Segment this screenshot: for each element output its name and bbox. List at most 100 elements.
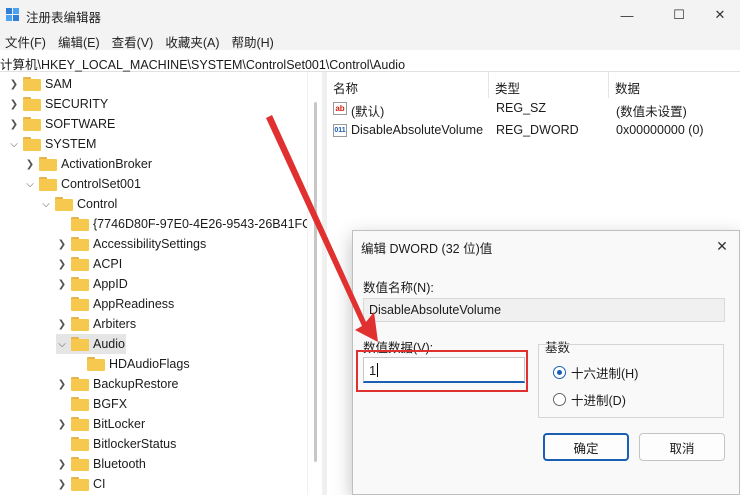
tree-node-label: AppID [93, 277, 128, 291]
tree-node-guid[interactable]: {7746D80F-97E0-4E26-9543-26B41FC [56, 214, 307, 234]
window-title: 注册表编辑器 [26, 11, 102, 25]
chevron-right-icon[interactable]: ❯ [56, 454, 68, 474]
list-row-disableabsolutevolume[interactable]: 011 DisableAbsoluteVolume REG_DWORD 0x00… [327, 120, 740, 142]
tree-node-appid[interactable]: ❯ AppID [56, 274, 128, 294]
value-name-label: 数值名称(N): [363, 281, 434, 295]
tree-node-label: SOFTWARE [45, 117, 116, 131]
tree-node-label: CI [93, 477, 106, 491]
column-header-type[interactable]: 类型 [489, 72, 609, 98]
tree-node-hdaudioflags[interactable]: HDAudioFlags [72, 354, 190, 374]
ok-button[interactable]: 确定 [543, 433, 629, 461]
tree-node-label: Bluetooth [93, 457, 146, 471]
tree-node-label: ControlSet001 [61, 177, 141, 191]
chevron-down-icon[interactable]: ⌵ [24, 174, 36, 194]
tree-node-label: SAM [45, 77, 73, 91]
tree-node-label: ACPI [93, 257, 123, 271]
tree-node-software[interactable]: ❯ SOFTWARE [8, 114, 115, 134]
tree-node-appreadiness[interactable]: AppReadiness [56, 294, 174, 314]
folder-icon [55, 197, 73, 211]
tree-node-system[interactable]: ⌵ SYSTEM [8, 134, 96, 154]
radio-selected-icon[interactable] [553, 366, 566, 379]
chevron-right-icon[interactable]: ❯ [56, 374, 68, 394]
string-value-icon: ab [333, 102, 347, 115]
address-path[interactable]: 计算机\HKEY_LOCAL_MACHINE\SYSTEM\ControlSet… [0, 54, 405, 73]
close-button[interactable]: ✕ [700, 0, 740, 30]
tree-node-control[interactable]: ⌵ Control [40, 194, 117, 214]
value-type: REG_DWORD [496, 123, 579, 137]
chevron-down-icon[interactable]: ⌵ [56, 334, 68, 354]
tree-node-audio[interactable]: ⌵ Audio [56, 334, 126, 354]
dialog-title: 编辑 DWORD (32 位)值 [361, 242, 493, 256]
chevron-right-icon[interactable]: ❯ [24, 154, 36, 174]
chevron-right-icon[interactable]: ❯ [8, 114, 20, 134]
tree-node-bluetooth[interactable]: ❯ Bluetooth [56, 454, 146, 474]
chevron-right-icon[interactable]: ❯ [56, 474, 68, 494]
folder-icon [23, 137, 41, 151]
tree-node-bitlocker[interactable]: ❯ BitLocker [56, 414, 145, 434]
chevron-right-icon[interactable]: ❯ [56, 314, 68, 334]
chevron-down-icon[interactable]: ⌵ [8, 134, 20, 154]
dword-value-icon: 011 [333, 124, 347, 137]
menu-view[interactable]: 查看(V) [107, 30, 161, 50]
dialog-close-button[interactable]: ✕ [707, 233, 737, 259]
chevron-down-icon[interactable]: ⌵ [40, 194, 52, 214]
tree-node-sam[interactable]: ❯ SAM [8, 74, 72, 94]
menu-edit[interactable]: 编辑(E) [53, 30, 107, 50]
radio-unselected-icon[interactable] [553, 393, 566, 406]
tree-node-backuprestore[interactable]: ❯ BackupRestore [56, 374, 178, 394]
value-type: REG_SZ [496, 101, 547, 115]
tree-node-label: Control [77, 197, 118, 211]
maximize-button[interactable]: ☐ [656, 0, 702, 30]
chevron-right-icon[interactable]: ❯ [8, 74, 20, 94]
tree-node-label: ActivationBroker [61, 157, 153, 171]
menu-favorites[interactable]: 收藏夹(A) [160, 30, 226, 50]
tree-node-label: BackupRestore [93, 377, 179, 391]
folder-icon [23, 77, 41, 91]
minimize-button[interactable]: — [604, 0, 650, 30]
address-bar[interactable]: 计算机\HKEY_LOCAL_MACHINE\SYSTEM\ControlSet… [0, 51, 740, 72]
cancel-button[interactable]: 取消 [639, 433, 725, 461]
folder-icon [39, 177, 57, 191]
tree-node-activationbroker[interactable]: ❯ ActivationBroker [24, 154, 152, 174]
column-header-name[interactable]: 名称 [327, 72, 489, 98]
column-header-data[interactable]: 数据 [609, 72, 740, 98]
chevron-right-icon[interactable] [56, 294, 68, 314]
chevron-right-icon[interactable]: ❯ [56, 274, 68, 294]
menu-help[interactable]: 帮助(H) [226, 30, 280, 50]
chevron-right-icon[interactable]: ❯ [56, 234, 68, 254]
chevron-right-icon[interactable] [56, 214, 68, 234]
tree-node-bitlockerstatus[interactable]: BitlockerStatus [56, 434, 176, 454]
radio-dec[interactable]: 十进制(D) [553, 390, 626, 409]
folder-icon [71, 317, 89, 331]
menu-file[interactable]: 文件(F) [0, 30, 53, 50]
folder-icon [71, 217, 89, 231]
chevron-right-icon[interactable]: ❯ [56, 414, 68, 434]
tree-scrollbar[interactable] [307, 72, 322, 495]
registry-editor-icon [6, 8, 19, 21]
chevron-right-icon[interactable] [56, 434, 68, 454]
tree-node-accessibilitysettings[interactable]: ❯ AccessibilitySettings [56, 234, 206, 254]
folder-icon [87, 357, 105, 371]
tree-node-security[interactable]: ❯ SECURITY [8, 94, 108, 114]
tree-node-ci[interactable]: ❯ CI [56, 474, 106, 494]
tree-node-label: BitlockerStatus [93, 437, 177, 451]
menu-bar: 文件(F) 编辑(E) 查看(V) 收藏夹(A) 帮助(H) [0, 30, 740, 50]
chevron-right-icon[interactable] [56, 394, 68, 414]
folder-icon [71, 257, 89, 271]
tree-node-bgfx[interactable]: BGFX [56, 394, 127, 414]
registry-tree: ❯ SAM ❯ SECURITY ❯ SOFTWARE ⌵ SYSTEM ❯ A… [0, 72, 307, 495]
folder-open-icon [71, 337, 89, 351]
tree-node-arbiters[interactable]: ❯ Arbiters [56, 314, 136, 334]
chevron-right-icon[interactable] [72, 354, 84, 374]
folder-icon [39, 157, 57, 171]
tree-node-acpi[interactable]: ❯ ACPI [56, 254, 122, 274]
tree-node-controlset001[interactable]: ⌵ ControlSet001 [24, 174, 141, 194]
scrollbar-thumb[interactable] [314, 102, 317, 462]
chevron-right-icon[interactable]: ❯ [56, 254, 68, 274]
tree-node-label: AccessibilitySettings [93, 237, 207, 251]
chevron-right-icon[interactable]: ❯ [8, 94, 20, 114]
folder-icon [71, 417, 89, 431]
value-data: (数值未设置) [616, 105, 687, 119]
radio-hex[interactable]: 十六进制(H) [553, 363, 638, 382]
list-row-default[interactable]: ab (默认) REG_SZ (数值未设置) [327, 98, 740, 120]
